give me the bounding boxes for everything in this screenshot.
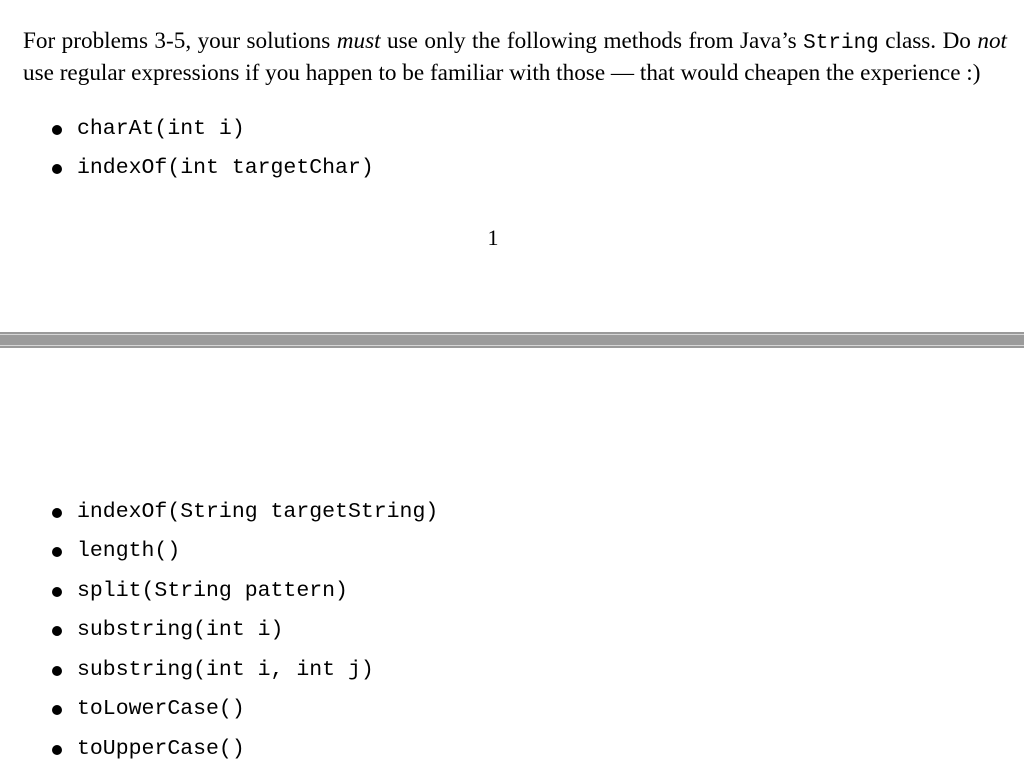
document-page-1: For problems 3-5, your solutions must us… (0, 0, 1024, 332)
bullet-icon (52, 705, 62, 716)
bullet-icon (52, 744, 62, 755)
bullet-icon (52, 626, 62, 637)
bullet-icon (52, 124, 62, 135)
list-item: split(String pattern) (50, 571, 438, 611)
list-item: length() (50, 532, 438, 572)
bullet-icon (52, 164, 62, 175)
bullet-icon (52, 547, 62, 558)
method-signature: split(String pattern) (77, 578, 348, 603)
method-signature: substring(int i, int j) (77, 657, 374, 682)
method-signature: toUpperCase() (77, 736, 245, 761)
method-list-page-2: indexOf(String targetString) length() sp… (50, 492, 438, 769)
page-separator (0, 332, 1024, 348)
list-item: substring(int i) (50, 611, 438, 651)
list-item: indexOf(String targetString) (50, 492, 438, 532)
method-signature: indexOf(int targetChar) (77, 156, 374, 181)
emphasis-not: not (977, 28, 1007, 55)
instructions-text: For problems 3-5, your solutions (23, 28, 337, 55)
method-signature: length() (77, 539, 181, 564)
list-item: substring(int i, int j) (50, 650, 438, 690)
instructions-text: use only the following methods from Java… (380, 28, 804, 55)
method-list-page-1: charAt(int i) indexOf(int targetChar) (50, 109, 374, 188)
bullet-icon (52, 665, 62, 676)
page-number: 1 (487, 225, 499, 250)
instructions-text: Do (936, 28, 978, 55)
separator-band (0, 335, 1024, 345)
method-signature: substring(int i) (77, 618, 284, 643)
method-signature: toLowerCase() (77, 697, 245, 722)
instructions-text: class. (878, 28, 937, 55)
list-item: toLowerCase() (50, 690, 438, 730)
method-signature: indexOf(String targetString) (77, 499, 439, 524)
code-string-class: String (803, 32, 879, 56)
list-item: toUpperCase() (50, 729, 438, 769)
method-signature: charAt(int i) (77, 116, 245, 141)
bullet-icon (52, 586, 62, 597)
list-item: charAt(int i) (50, 109, 374, 149)
document-page-2: indexOf(String targetString) length() sp… (0, 348, 1024, 772)
list-item: indexOf(int targetChar) (50, 149, 374, 189)
emphasis-must: must (336, 28, 381, 55)
instructions-text: use regular expressions if you happen to… (23, 59, 981, 86)
instructions-paragraph: For problems 3-5, your solutions must us… (23, 27, 1007, 88)
bullet-icon (52, 507, 62, 518)
